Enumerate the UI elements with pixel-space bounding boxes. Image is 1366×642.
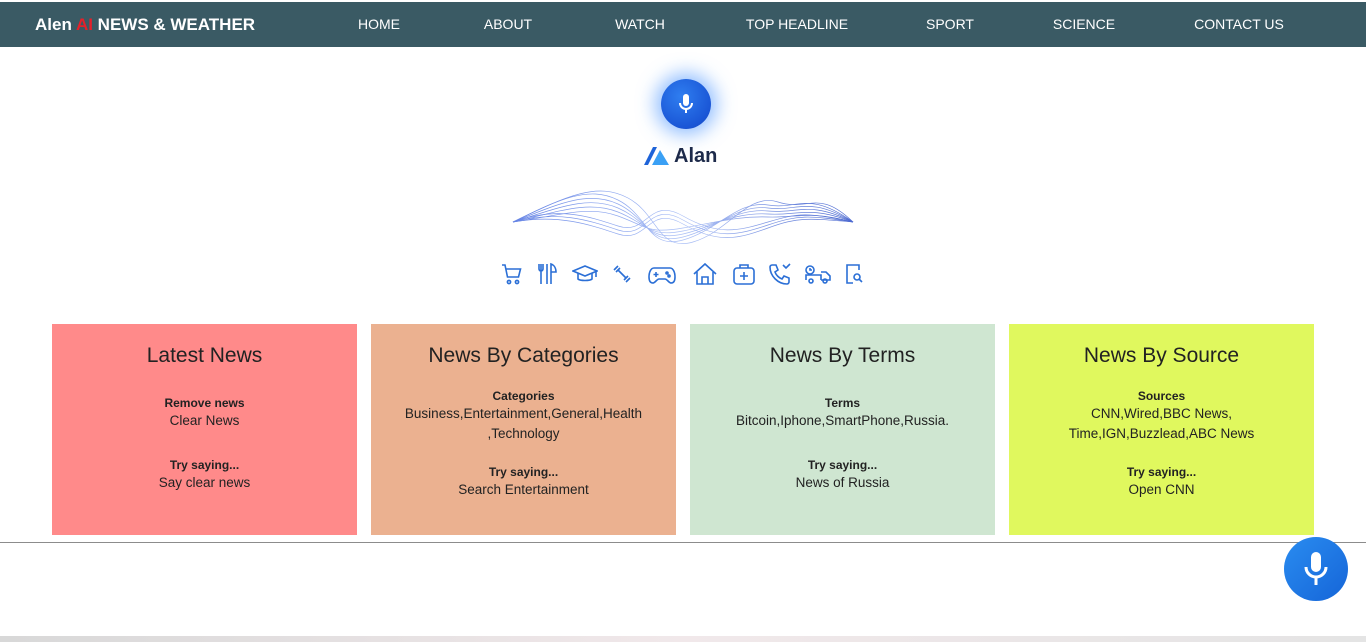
nav-about[interactable]: ABOUT (484, 2, 532, 47)
card-label: Try saying... (488, 465, 559, 479)
category-icons (500, 262, 864, 288)
card-value: CNN,Wired,BBC News, (1090, 406, 1233, 421)
gamepad-icon (648, 267, 676, 284)
document-search-icon (846, 264, 863, 284)
utensils-icon (538, 262, 557, 284)
delivery-truck-icon (805, 265, 831, 284)
card-value: Say clear news (158, 475, 251, 490)
card-news-by-terms: News By Terms Terms Bitcoin,Iphone,Smart… (690, 324, 995, 535)
card-label: Sources (1137, 389, 1186, 403)
brand-ai: AI (75, 15, 93, 34)
card-label: Terms (824, 396, 861, 410)
card-value: Search Entertainment (458, 482, 589, 497)
card-label: Try saying... (169, 458, 240, 472)
card-label: Remove news (164, 396, 245, 410)
brand-prefix: Alen (35, 15, 76, 34)
card-label: Categories (492, 389, 555, 403)
card-news-by-categories: News By Categories Categories Business,E… (371, 324, 676, 535)
graduation-cap-icon (572, 265, 598, 282)
card-value: ,Technology (487, 426, 560, 441)
nav-sport[interactable]: SPORT (926, 2, 974, 47)
card-value: Open CNN (1128, 482, 1195, 497)
card-title: News By Terms (769, 344, 916, 367)
fitness-icon (613, 265, 631, 283)
brand-logo[interactable]: Alen AI NEWS & WEATHER (35, 2, 255, 47)
microphone-icon (679, 94, 693, 113)
card-value: Business,Entertainment,General,Health (404, 406, 643, 421)
divider (0, 542, 1366, 543)
card-latest-news: Latest News Remove news Clear News Try s… (52, 324, 357, 535)
cart-icon (502, 264, 522, 285)
nav-contact-us[interactable]: CONTACT US (1194, 2, 1284, 47)
card-label: Try saying... (1126, 465, 1197, 479)
alan-logo: Alan (644, 143, 717, 169)
nav-watch[interactable]: WATCH (615, 2, 665, 47)
card-title: Latest News (146, 344, 263, 367)
card-value: News of Russia (795, 475, 890, 490)
card-title: News By Categories (428, 344, 619, 367)
alan-mic-button[interactable] (661, 79, 711, 129)
nav-top-headline[interactable]: TOP HEADLINE (746, 2, 848, 47)
bottom-strip (0, 636, 1366, 642)
alan-name: Alan (674, 144, 718, 167)
card-value: Time,IGN,Buzzlead,ABC News (1068, 426, 1255, 441)
phone-icon (769, 263, 791, 285)
card-news-by-source: News By Source Sources CNN,Wired,BBC New… (1009, 324, 1314, 535)
card-label: Try saying... (807, 458, 878, 472)
card-value: Clear News (169, 413, 240, 428)
nav-home[interactable]: HOME (358, 2, 400, 47)
voice-wave-graphic (512, 190, 854, 244)
card-value: Bitcoin,Iphone,SmartPhone,Russia. (735, 413, 950, 428)
alan-floating-mic-button[interactable] (1284, 537, 1348, 601)
top-navbar: Alen AI NEWS & WEATHER HOME ABOUT WATCH … (0, 2, 1366, 47)
medical-kit-icon (733, 264, 755, 285)
home-icon (693, 262, 717, 285)
card-title: News By Source (1083, 344, 1240, 367)
microphone-icon (1304, 552, 1328, 585)
nav-science[interactable]: SCIENCE (1053, 2, 1115, 47)
brand-suffix: NEWS & WEATHER (92, 15, 256, 34)
alan-logo-icon (644, 147, 669, 165)
